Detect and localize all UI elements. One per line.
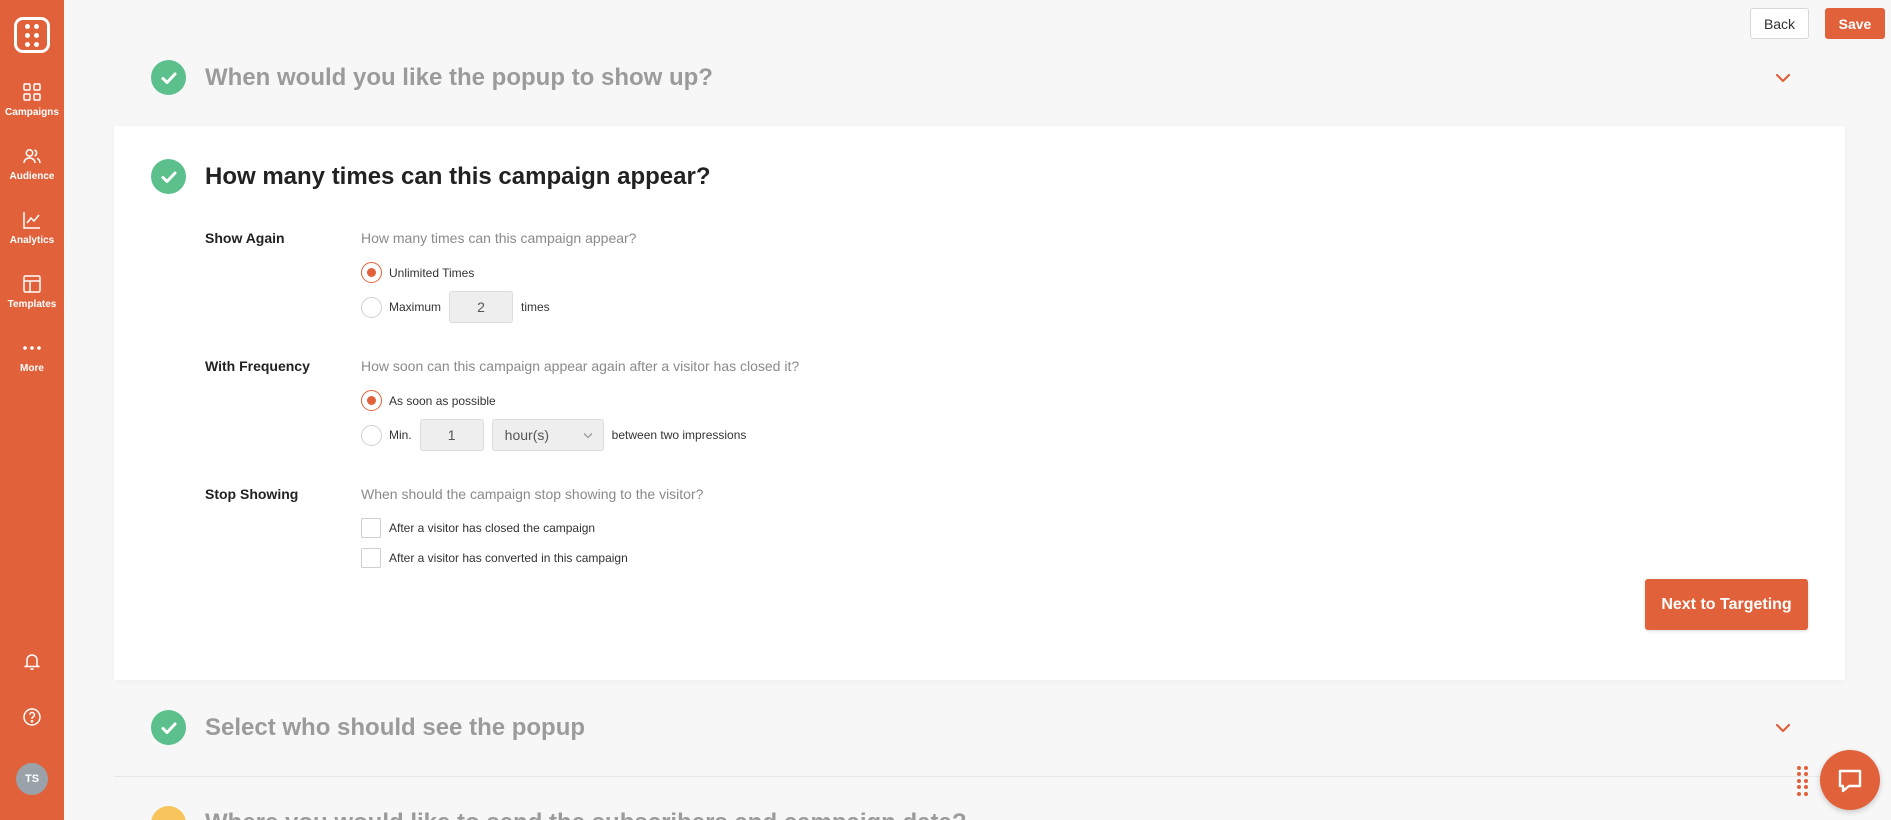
sidebar-item-analytics[interactable]: Analytics — [0, 210, 64, 246]
sidebar-item-templates[interactable]: Templates — [0, 274, 64, 310]
sidebar: Campaigns Audience Analytics Templates M… — [0, 0, 64, 820]
option-unlimited[interactable]: Unlimited Times — [361, 262, 474, 283]
chevron-down-icon[interactable] — [1774, 722, 1792, 734]
step-pending-icon — [151, 806, 186, 820]
option-stop-converted[interactable]: After a visitor has converted in this ca… — [361, 548, 628, 568]
step-title-frequency[interactable]: How many times can this campaign appear? — [205, 163, 710, 191]
sidebar-item-more[interactable]: More — [0, 338, 64, 374]
frequency-question: How soon can this campaign appear again … — [361, 358, 800, 374]
stop-showing-label: Stop Showing — [205, 486, 299, 502]
option-min-interval[interactable]: Min. hour(s) between two impressions — [361, 419, 746, 451]
maximum-times-input[interactable] — [449, 291, 514, 323]
save-button[interactable]: Save — [1825, 8, 1885, 39]
drag-handle-icon[interactable] — [1797, 766, 1809, 796]
asap-label: As soon as possible — [389, 393, 496, 408]
notifications-button[interactable] — [19, 648, 45, 674]
option-asap[interactable]: As soon as possible — [361, 390, 496, 411]
more-icon — [23, 346, 41, 350]
step-title-targeting[interactable]: Select who should see the popup — [205, 714, 585, 742]
between-label: between two impressions — [611, 428, 747, 442]
step-complete-icon — [151, 710, 186, 745]
chat-button[interactable] — [1820, 750, 1880, 810]
chart-icon — [23, 212, 40, 229]
interval-unit-value: hour(s) — [504, 427, 550, 443]
help-icon — [23, 708, 41, 726]
min-interval-radio[interactable] — [361, 424, 382, 446]
step-complete-icon — [151, 159, 186, 194]
sidebar-item-audience[interactable]: Audience — [0, 146, 64, 182]
stop-converted-label: After a visitor has converted in this ca… — [389, 551, 628, 565]
min-interval-input[interactable] — [419, 419, 484, 451]
sidebar-item-campaigns[interactable]: Campaigns — [0, 82, 64, 118]
sidebar-item-label: Audience — [9, 171, 55, 182]
back-button[interactable]: Back — [1750, 8, 1809, 39]
help-button[interactable] — [19, 704, 45, 730]
asap-radio[interactable] — [361, 390, 382, 411]
stop-closed-checkbox[interactable] — [361, 518, 381, 538]
unlimited-radio[interactable] — [361, 262, 382, 283]
stop-converted-checkbox[interactable] — [361, 548, 381, 568]
users-icon — [23, 149, 41, 164]
option-stop-closed[interactable]: After a visitor has closed the campaign — [361, 518, 595, 538]
chevron-down-icon[interactable] — [1774, 72, 1792, 84]
step-complete-icon — [151, 60, 186, 95]
min-label: Min. — [389, 428, 412, 442]
next-to-targeting-button[interactable]: Next to Targeting — [1645, 579, 1808, 630]
layout-icon — [23, 275, 41, 293]
app-logo[interactable] — [14, 17, 50, 53]
frequency-label: With Frequency — [205, 358, 310, 374]
step-title-when[interactable]: When would you like the popup to show up… — [205, 64, 713, 92]
sidebar-item-label: Templates — [7, 299, 57, 310]
grid-icon — [23, 83, 41, 101]
chevron-down-icon — [583, 432, 593, 438]
sidebar-item-label: More — [20, 363, 44, 374]
maximum-label: Maximum — [389, 300, 442, 314]
maximum-radio[interactable] — [361, 296, 382, 318]
show-again-question: How many times can this campaign appear? — [361, 230, 637, 246]
step-title-integrations[interactable]: Where you would like to send the subscri… — [205, 809, 966, 820]
unlimited-label: Unlimited Times — [389, 265, 475, 280]
show-again-label: Show Again — [205, 230, 285, 246]
bell-icon — [23, 654, 41, 671]
avatar[interactable]: TS — [16, 763, 48, 795]
stop-showing-question: When should the campaign stop showing to… — [361, 486, 704, 502]
interval-unit-select[interactable]: hour(s) — [491, 419, 604, 451]
chat-icon — [1838, 769, 1862, 793]
option-maximum[interactable]: Maximum times — [361, 291, 550, 323]
sidebar-item-label: Campaigns — [5, 107, 59, 118]
times-label: times — [521, 300, 550, 314]
stop-closed-label: After a visitor has closed the campaign — [389, 521, 596, 535]
divider — [114, 776, 1845, 777]
sidebar-item-label: Analytics — [9, 235, 55, 246]
